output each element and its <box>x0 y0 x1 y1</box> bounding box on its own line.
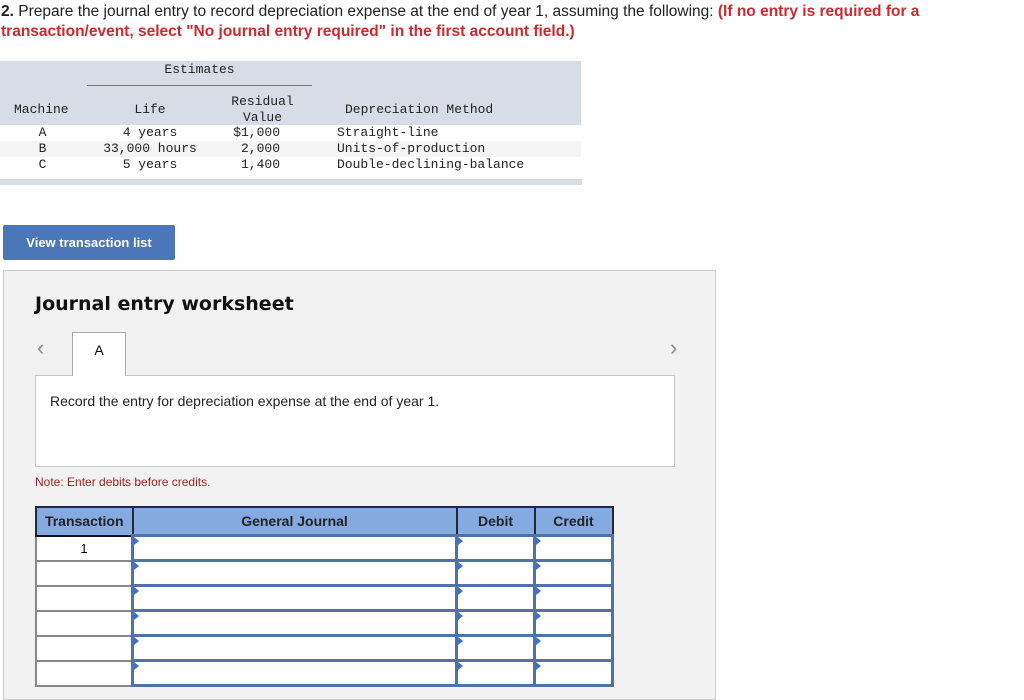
debit-field[interactable] <box>455 534 536 562</box>
transaction-number <box>35 660 134 687</box>
cell-machine: C <box>38 157 47 172</box>
header-residual-line2: Value <box>242 110 282 125</box>
debit-field[interactable] <box>455 559 536 587</box>
question-body: Prepare the journal entry to record depr… <box>13 3 718 20</box>
account-field[interactable] <box>131 534 458 562</box>
account-field[interactable] <box>131 559 458 587</box>
cell-residual: 2,000 <box>240 141 280 156</box>
cell-machine: B <box>38 141 47 156</box>
estimates-group-header: Estimates <box>164 62 235 77</box>
journal-entry-worksheet: Journal entry worksheet ‹ A › Record the… <box>3 270 716 700</box>
credit-field[interactable] <box>533 559 614 587</box>
journal-row <box>35 559 614 587</box>
estimates-row: B 33,000 hours 2,000 Units-of-production <box>0 141 581 157</box>
question-text: 2. Prepare the journal entry to record d… <box>1 2 1011 42</box>
debit-field[interactable] <box>455 584 536 612</box>
cell-method: Straight-line <box>337 125 439 140</box>
credit-field[interactable] <box>533 609 614 637</box>
debits-note: Note: Enter debits before credits. <box>35 475 211 489</box>
estimates-row: A 4 years $1,000 Straight-line <box>0 125 581 141</box>
cell-life: 33,000 hours <box>103 141 197 156</box>
credit-field[interactable] <box>533 659 614 687</box>
debit-field[interactable] <box>455 659 536 687</box>
journal-row <box>35 584 614 612</box>
cell-machine: A <box>38 125 47 140</box>
journal-header-row: Transaction General Journal Debit Credit <box>35 506 614 537</box>
cell-life: 5 years <box>122 157 178 172</box>
estimates-rule <box>87 85 312 86</box>
credit-field[interactable] <box>533 584 614 612</box>
chevron-right-icon[interactable]: › <box>670 335 677 361</box>
tab-a[interactable]: A <box>72 332 126 376</box>
cell-method: Units-of-production <box>337 141 486 156</box>
estimates-table-header: Estimates Machine Life Residual Value De… <box>0 61 581 125</box>
transaction-number <box>35 635 134 662</box>
estimates-row: C 5 years 1,400 Double-declining-balance <box>0 157 581 173</box>
estimates-table-footer <box>0 179 582 185</box>
header-machine: Machine <box>14 102 69 117</box>
credit-field[interactable] <box>533 634 614 662</box>
cell-residual: $1,000 <box>233 125 280 140</box>
transaction-number: 1 <box>35 535 134 562</box>
entry-description: Record the entry for depreciation expens… <box>50 393 440 409</box>
header-transaction: Transaction <box>35 506 134 537</box>
debit-field[interactable] <box>455 609 536 637</box>
header-life: Life <box>134 102 166 117</box>
cell-residual: 1,400 <box>240 157 280 172</box>
header-debit: Debit <box>455 506 536 537</box>
account-field[interactable] <box>131 584 458 612</box>
account-field[interactable] <box>131 609 458 637</box>
transaction-number <box>35 585 134 612</box>
journal-row <box>35 634 614 662</box>
transaction-number <box>35 560 134 587</box>
journal-row <box>35 659 614 687</box>
general-journal-table: Transaction General Journal Debit Credit… <box>35 506 614 687</box>
chevron-left-icon[interactable]: ‹ <box>37 335 44 361</box>
entry-description-box: Record the entry for depreciation expens… <box>35 375 675 467</box>
debit-field[interactable] <box>455 634 536 662</box>
header-credit: Credit <box>533 506 614 537</box>
account-field[interactable] <box>131 634 458 662</box>
journal-row <box>35 609 614 637</box>
cell-life: 4 years <box>122 125 178 140</box>
credit-field[interactable] <box>533 534 614 562</box>
question-number: 2. <box>1 3 14 20</box>
journal-row: 1 <box>35 534 614 562</box>
header-depreciation-method: Depreciation Method <box>345 102 494 117</box>
view-transaction-list-button[interactable]: View transaction list <box>3 225 175 260</box>
header-residual-value: Residual Value <box>215 94 310 126</box>
worksheet-title: Journal entry worksheet <box>35 293 294 315</box>
cell-method: Double-declining-balance <box>337 157 525 172</box>
account-field[interactable] <box>131 659 458 687</box>
header-residual-line1: Residual <box>231 94 294 109</box>
transaction-number <box>35 610 134 637</box>
estimates-table: Estimates Machine Life Residual Value De… <box>0 61 582 185</box>
header-general-journal: General Journal <box>131 506 458 537</box>
